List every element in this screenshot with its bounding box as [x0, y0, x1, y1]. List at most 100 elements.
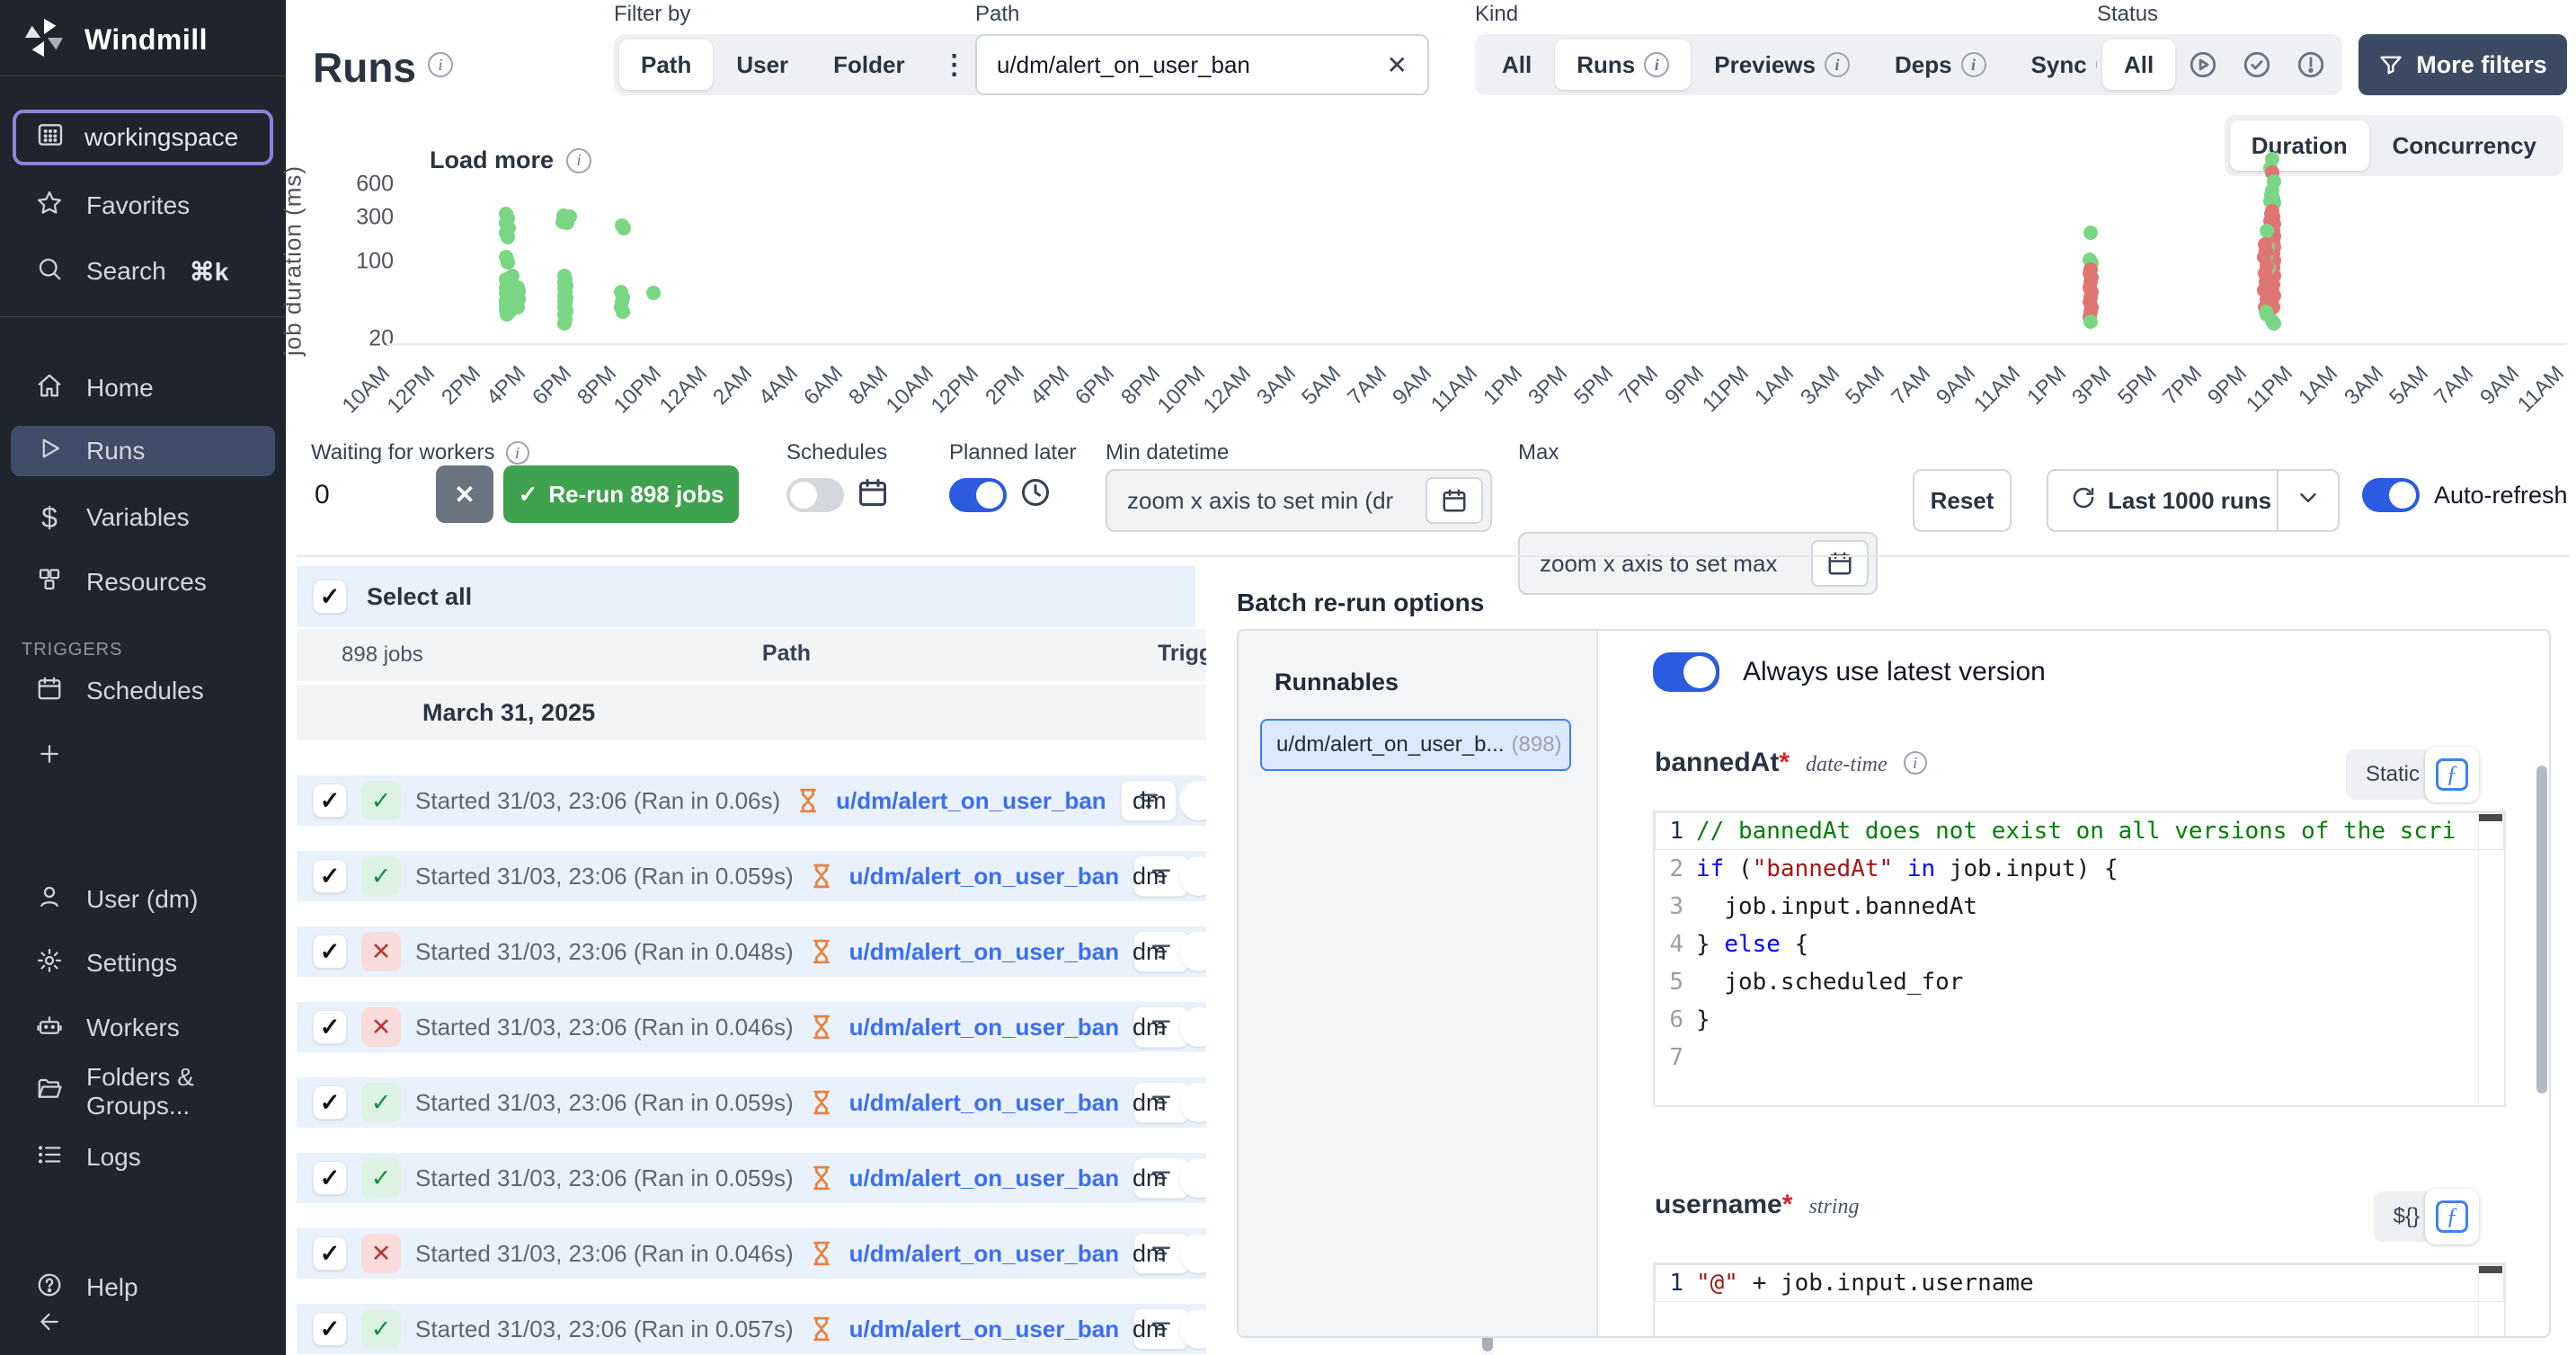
success-job-dot[interactable]	[501, 255, 515, 270]
sidebar-item-variables[interactable]: $ Variables	[0, 492, 286, 543]
planned-later-toggle[interactable]	[949, 478, 1007, 512]
filter-by-user[interactable]: User	[715, 40, 810, 90]
editor-scrollbar-thumb[interactable]	[2479, 814, 2502, 821]
sidebar-item-workers[interactable]: Workers	[0, 1003, 286, 1053]
run-row[interactable]: ✓ ✓ Started 31/03, 23:06 (Ran in 0.06s) …	[297, 775, 1206, 826]
filter-by-folder[interactable]: Folder	[812, 40, 926, 90]
run-row[interactable]: ✓ ✓ Started 31/03, 23:06 (Ran in 0.059s)…	[297, 1077, 1206, 1128]
kind-deps[interactable]: Depsi	[1873, 40, 2008, 90]
mode-template-label[interactable]: ${}	[2394, 1204, 2420, 1229]
min-datetime-calendar-button[interactable]	[1426, 477, 1483, 524]
success-job-dot[interactable]	[560, 216, 574, 230]
success-job-dot[interactable]	[617, 221, 631, 235]
tab-concurrency[interactable]: Concurrency	[2371, 120, 2558, 171]
reset-button[interactable]: Reset	[1913, 469, 2012, 532]
sidebar-item-user[interactable]: User (dm)	[0, 874, 286, 925]
path-link[interactable]: u/dm/alert_on_user_ban	[849, 1089, 1120, 1117]
success-job-dot[interactable]	[2083, 314, 2098, 329]
max-datetime-input[interactable]: zoom x axis to set max	[1518, 532, 1878, 595]
min-datetime-input[interactable]: zoom x axis to set min (dr	[1106, 469, 1492, 532]
panel-scrollbar-thumb[interactable]	[2536, 766, 2547, 1094]
row-checkbox[interactable]: ✓	[313, 1161, 347, 1195]
path-link[interactable]: u/dm/alert_on_user_ban	[849, 863, 1120, 890]
run-row[interactable]: ✓ ✓ Started 31/03, 23:06 (Ran in 0.057s)…	[297, 1304, 1206, 1354]
sidebar-item-label: Help	[86, 1273, 138, 1302]
status-success-icon[interactable]	[2231, 40, 2283, 90]
row-checkbox[interactable]: ✓	[313, 1236, 347, 1271]
success-job-dot[interactable]	[2267, 316, 2281, 331]
code-editor-username[interactable]: 1"@" + job.input.username	[1653, 1262, 2506, 1338]
success-job-dot[interactable]	[557, 316, 572, 331]
mode-function-button[interactable]: ƒ	[2425, 747, 2479, 802]
run-row[interactable]: ✓ ✓ Started 31/03, 23:06 (Ran in 0.059s)…	[297, 851, 1206, 901]
always-latest-toggle[interactable]	[1653, 652, 1719, 692]
add-trigger-button[interactable]	[0, 731, 286, 782]
success-job-dot[interactable]	[2260, 224, 2274, 238]
row-action-circle[interactable]	[1179, 781, 1206, 820]
sidebar-item-schedules[interactable]: Schedules	[0, 666, 286, 716]
row-checkbox[interactable]: ✓	[313, 934, 347, 969]
run-row[interactable]: ✓ ✕ Started 31/03, 23:06 (Ran in 0.046s)…	[297, 1002, 1206, 1052]
cancel-selection-button[interactable]: ✕	[436, 465, 493, 523]
runs-info-icon[interactable]: i	[428, 52, 453, 77]
last-runs-button[interactable]: Last 1000 runs	[2047, 469, 2340, 532]
status-failure-icon[interactable]	[2285, 40, 2337, 90]
path-link[interactable]: u/dm/alert_on_user_ban	[849, 1165, 1120, 1192]
info-icon: i	[566, 148, 591, 173]
triggers-section-label: TRIGGERS	[22, 640, 122, 660]
editor-scrollbar-thumb[interactable]	[2479, 1266, 2502, 1273]
kind-previews[interactable]: Previewsi	[1692, 40, 1871, 90]
filter-by-more-icon[interactable]: ⋮	[928, 40, 981, 90]
status-running-icon[interactable]	[2177, 40, 2229, 90]
success-job-dot[interactable]	[501, 230, 515, 244]
success-job-dot[interactable]	[646, 286, 661, 300]
filter-by-path[interactable]: Path	[619, 40, 713, 90]
tab-duration[interactable]: Duration	[2230, 120, 2369, 171]
triggered-by: dm	[1133, 787, 1167, 815]
clear-path-icon[interactable]: ✕	[1387, 50, 1408, 80]
row-checkbox[interactable]: ✓	[313, 1312, 347, 1346]
mode-function-button[interactable]: ƒ	[2425, 1189, 2479, 1244]
path-link[interactable]: u/dm/alert_on_user_ban	[836, 787, 1106, 815]
run-row[interactable]: ✓ ✓ Started 31/03, 23:06 (Ran in 0.059s)…	[297, 1153, 1206, 1203]
sidebar-item-runs[interactable]: Runs	[11, 426, 275, 476]
code-editor-bannedAt[interactable]: 1// bannedAt does not exist on all versi…	[1653, 810, 2506, 1107]
success-job-dot[interactable]	[511, 300, 525, 314]
sidebar-item-folders[interactable]: Folders & Groups...	[0, 1067, 286, 1117]
run-row[interactable]: ✓ ✕ Started 31/03, 23:06 (Ran in 0.046s)…	[297, 1228, 1206, 1279]
path-input[interactable]: u/dm/alert_on_user_ban ✕	[975, 34, 1429, 95]
auto-refresh-toggle[interactable]	[2362, 478, 2420, 512]
run-row[interactable]: ✓ ✕ Started 31/03, 23:06 (Ran in 0.048s)…	[297, 926, 1206, 977]
mode-static-label[interactable]: Static	[2366, 762, 2420, 787]
sidebar-item-logs[interactable]: Logs	[0, 1132, 286, 1182]
status-badge: ✓	[361, 1158, 401, 1198]
kind-all[interactable]: All	[1480, 40, 1553, 90]
more-filters-button[interactable]: More filters	[2358, 34, 2567, 95]
row-checkbox[interactable]: ✓	[313, 784, 347, 818]
path-link[interactable]: u/dm/alert_on_user_ban	[849, 1240, 1120, 1268]
row-checkbox[interactable]: ✓	[313, 859, 347, 893]
success-job-dot[interactable]	[616, 305, 630, 319]
sidebar-item-resources[interactable]: Resources	[0, 557, 286, 607]
path-link[interactable]: u/dm/alert_on_user_ban	[849, 1315, 1120, 1343]
workspace-switcher[interactable]: workingspace	[13, 110, 273, 165]
sidebar-item-settings[interactable]: Settings	[0, 938, 286, 988]
path-link[interactable]: u/dm/alert_on_user_ban	[849, 938, 1120, 966]
chevron-down-icon[interactable]	[2295, 484, 2322, 518]
sidebar-item-home[interactable]: Home	[0, 363, 286, 413]
collapse-sidebar-button[interactable]	[0, 1305, 286, 1344]
sidebar-item-search[interactable]: Search ⌘k	[0, 246, 286, 297]
rerun-jobs-button[interactable]: ✓ Re-run 898 jobs	[503, 465, 739, 523]
max-datetime-calendar-button[interactable]	[1811, 540, 1869, 587]
select-all-checkbox[interactable]: ✓	[313, 580, 347, 614]
load-more[interactable]: Load more i	[430, 146, 591, 174]
status-all[interactable]: All	[2102, 40, 2175, 90]
row-checkbox[interactable]: ✓	[313, 1010, 347, 1044]
schedules-toggle[interactable]	[786, 478, 844, 512]
runnable-item[interactable]: u/dm/alert_on_user_b... (898)	[1260, 719, 1571, 771]
sidebar-item-favorites[interactable]: Favorites	[0, 181, 286, 231]
success-job-dot[interactable]	[2083, 226, 2098, 240]
path-link[interactable]: u/dm/alert_on_user_ban	[849, 1014, 1120, 1041]
row-checkbox[interactable]: ✓	[313, 1085, 347, 1120]
kind-runs[interactable]: Runsi	[1555, 40, 1691, 90]
